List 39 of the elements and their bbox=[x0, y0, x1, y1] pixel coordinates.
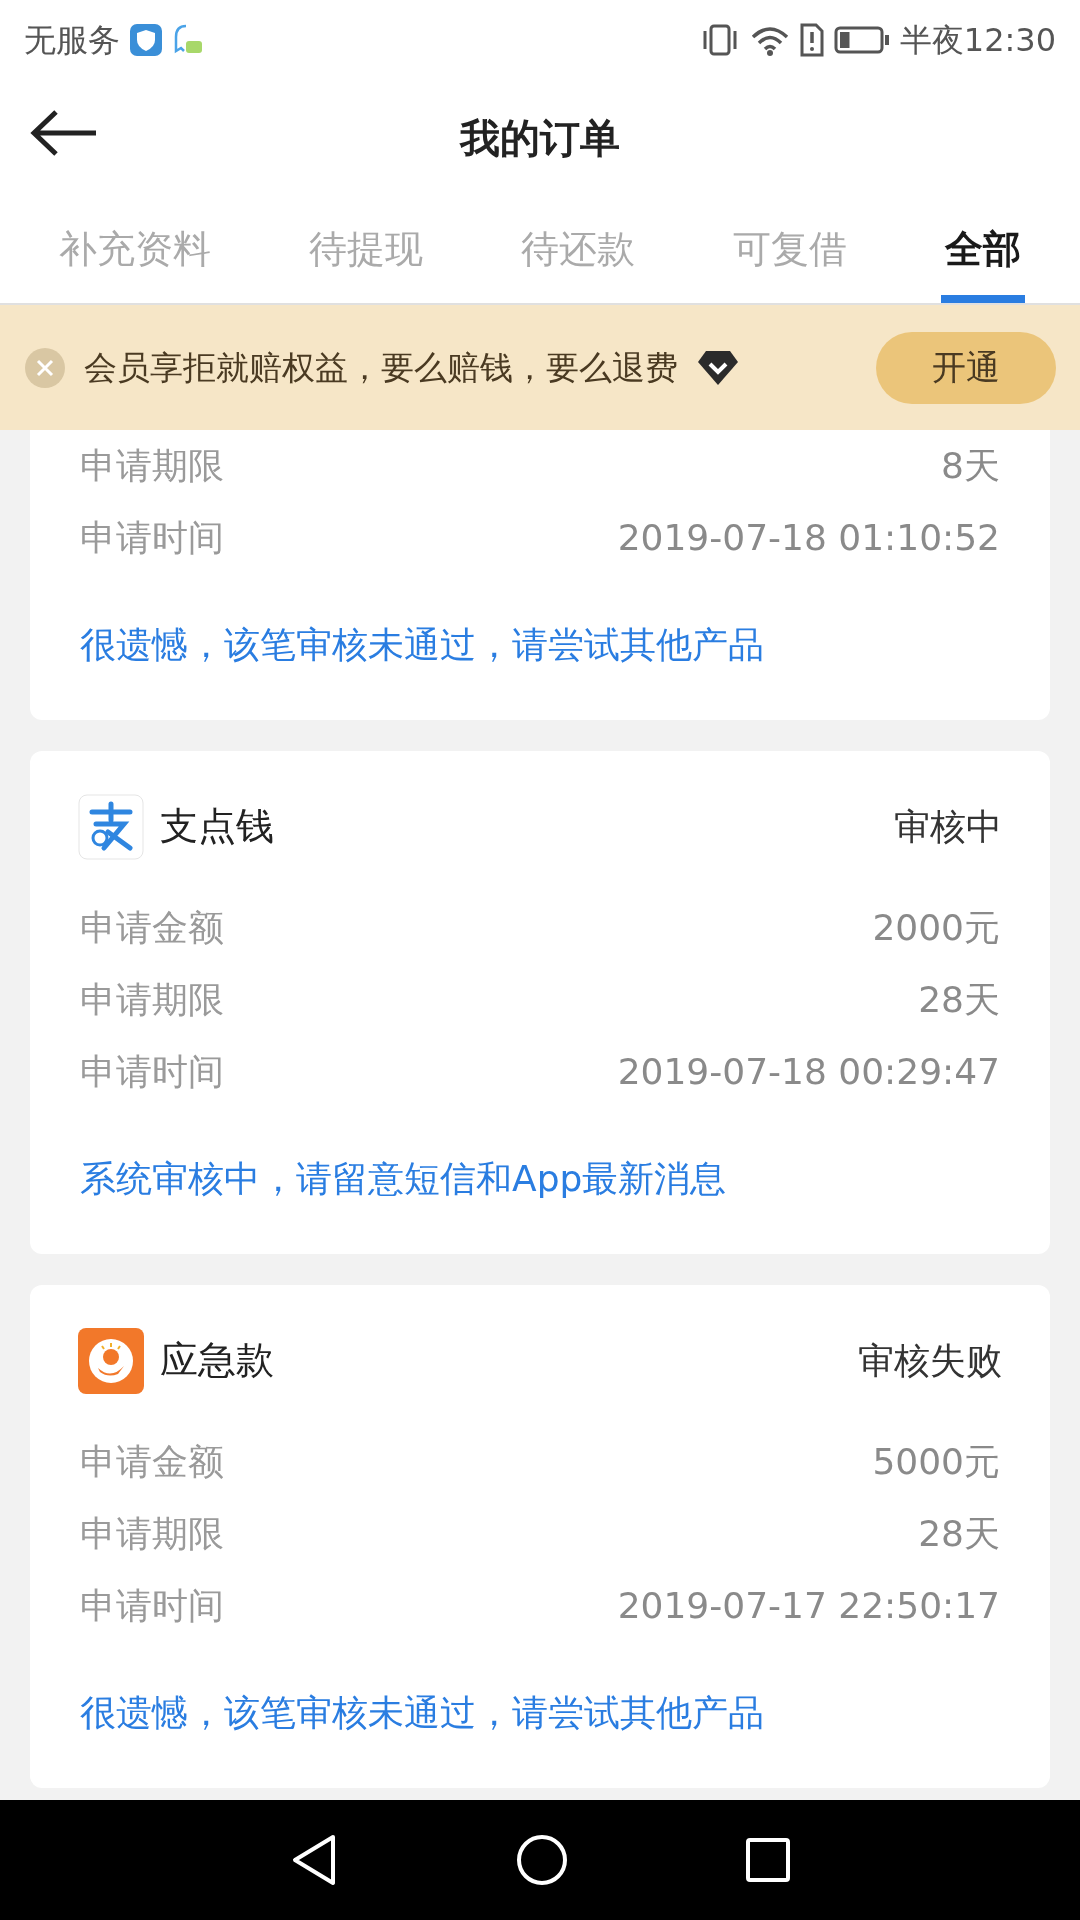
battery-icon bbox=[833, 25, 890, 55]
row-value: 5000元 bbox=[872, 1440, 1000, 1484]
tab[interactable]: 可复借 bbox=[729, 195, 851, 303]
product-name: 支点钱 bbox=[160, 803, 274, 850]
carrier-text: 无服务 bbox=[24, 20, 120, 61]
tab[interactable]: 待提现 bbox=[305, 195, 427, 303]
banner-text: 会员享拒就赔权益，要么赔钱，要么退费 bbox=[84, 346, 678, 389]
order-status: 审核失败 bbox=[858, 1338, 1002, 1383]
row-label: 申请时间 bbox=[80, 516, 224, 560]
row-value: 8天 bbox=[941, 444, 1000, 488]
row-label: 申请期限 bbox=[80, 444, 224, 488]
row-value: 28天 bbox=[918, 1512, 1000, 1556]
home-nav-icon[interactable] bbox=[516, 1834, 568, 1886]
clock-text: 半夜12:30 bbox=[899, 20, 1056, 61]
tab[interactable]: 补充资料 bbox=[55, 195, 215, 303]
row-value: 2019-07-17 22:50:17 bbox=[617, 1584, 1000, 1628]
status-message: 很遗憾，该笔审核未通过，请尝试其他产品 bbox=[80, 623, 764, 667]
row-value: 28天 bbox=[918, 978, 1000, 1022]
status-message: 系统审核中，请留意短信和App最新消息 bbox=[80, 1157, 727, 1201]
order-status: 审核中 bbox=[894, 804, 1002, 849]
row-label: 申请金额 bbox=[80, 1440, 224, 1484]
status-message: 很遗憾，该笔审核未通过，请尝试其他产品 bbox=[80, 1691, 764, 1735]
sim-alert-icon bbox=[799, 23, 824, 57]
row-value: 2000元 bbox=[872, 906, 1000, 950]
recents-nav-icon[interactable] bbox=[745, 1837, 792, 1883]
shield-icon bbox=[130, 24, 162, 56]
row-label: 申请金额 bbox=[80, 906, 224, 950]
app-logo-icon bbox=[78, 793, 144, 860]
row-label: 申请时间 bbox=[80, 1050, 224, 1094]
tab[interactable]: 待还款 bbox=[517, 195, 639, 303]
app-logo-icon bbox=[78, 1327, 144, 1394]
row-value: 2019-07-18 01:10:52 bbox=[617, 516, 1000, 560]
product-name: 应急款 bbox=[160, 1337, 274, 1384]
row-label: 申请期限 bbox=[80, 978, 224, 1022]
page-title: 我的订单 bbox=[460, 113, 620, 163]
activate-button[interactable]: 开通 bbox=[876, 331, 1056, 404]
row-label: 申请时间 bbox=[80, 1584, 224, 1628]
row-label: 申请期限 bbox=[80, 1512, 224, 1556]
row-value: 2019-07-18 00:29:47 bbox=[617, 1050, 1000, 1094]
